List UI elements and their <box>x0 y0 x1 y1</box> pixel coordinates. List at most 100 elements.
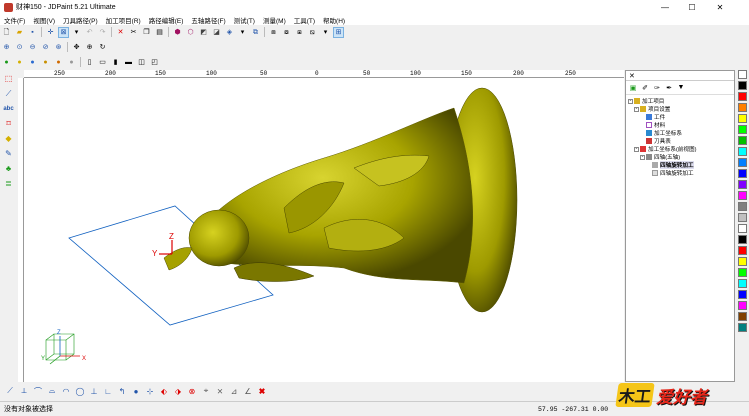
color-swatch[interactable] <box>738 213 747 222</box>
menu-tools[interactable]: 工具(T) <box>290 15 319 25</box>
minimize-button[interactable]: — <box>653 0 677 14</box>
color-swatch[interactable] <box>738 224 747 233</box>
color-swatch[interactable] <box>738 136 747 145</box>
paste-icon[interactable]: ▤ <box>154 27 165 38</box>
angle-snap-icon[interactable]: ∠ <box>242 385 254 397</box>
texture-cube-icon[interactable]: ◈ <box>224 27 235 38</box>
color-swatch[interactable] <box>738 125 747 134</box>
color-swatch[interactable] <box>738 257 747 266</box>
light-green-icon[interactable]: ● <box>1 57 12 68</box>
color-swatch[interactable] <box>738 169 747 178</box>
arc-mid-snap-icon[interactable]: ◠ <box>60 385 72 397</box>
light-gray-icon[interactable]: ● <box>66 57 77 68</box>
color-swatch[interactable] <box>738 92 747 101</box>
render-cube-icon[interactable]: ◩ <box>198 27 209 38</box>
crosshair-icon[interactable]: ✛ <box>45 27 56 38</box>
color-swatch[interactable] <box>738 158 747 167</box>
delete-icon[interactable]: ✕ <box>115 27 126 38</box>
dropdown-arrow-icon[interactable]: ▾ <box>237 27 248 38</box>
menu-five-axis[interactable]: 五轴路径(F) <box>187 15 229 25</box>
wire-cube-icon[interactable]: ◪ <box>211 27 222 38</box>
snap-off-icon[interactable]: ✖ <box>256 385 268 397</box>
copy-icon[interactable]: ❐ <box>141 27 152 38</box>
ortho-snap-icon[interactable]: ⊿ <box>228 385 240 397</box>
menu-path-edit[interactable]: 路径编辑(E) <box>145 15 188 25</box>
intersect-snap-icon[interactable]: ⨯ <box>214 385 226 397</box>
color-swatch[interactable] <box>738 114 747 123</box>
front-view-icon[interactable]: ▯ <box>84 57 95 68</box>
grid-snap-icon[interactable]: ⊹ <box>144 385 156 397</box>
color-swatch[interactable] <box>738 235 747 244</box>
undo-icon[interactable]: ↶ <box>84 27 95 38</box>
color-swatch[interactable] <box>738 70 747 79</box>
menu-toolpath[interactable]: 刀具路径(P) <box>59 15 102 25</box>
key-snap-icon[interactable]: ⌖ <box>200 385 212 397</box>
model-head[interactable] <box>188 209 250 267</box>
snap-icon[interactable]: ⊞ <box>333 26 344 38</box>
arc-end-snap-icon[interactable]: ⌓ <box>46 385 58 397</box>
box-side-icon[interactable]: ⧆ <box>294 27 305 38</box>
filter-icon[interactable]: ▼ <box>676 83 686 93</box>
right-view-icon[interactable]: ▬ <box>123 57 134 68</box>
rotate-view-icon[interactable]: ↻ <box>97 42 108 53</box>
circle-snap-icon[interactable]: ◯ <box>74 385 86 397</box>
tree-item-workpiece[interactable]: 工件 <box>628 113 734 121</box>
expander-icon[interactable]: - <box>634 106 639 112</box>
path-edit-icon[interactable]: ✒ <box>664 83 674 93</box>
color-swatch[interactable] <box>738 147 747 156</box>
perpendicular-snap-icon[interactable]: ⟂ <box>18 385 30 397</box>
menu-view[interactable]: 视图(V) <box>29 15 59 25</box>
line-snap-icon[interactable]: ⟋ <box>4 385 16 397</box>
color-swatch[interactable] <box>738 180 747 189</box>
menu-test[interactable]: 测试(T) <box>230 15 259 25</box>
maximize-button[interactable]: ☐ <box>680 0 704 14</box>
tool-icon[interactable]: ✐ <box>640 83 650 93</box>
color-swatch[interactable] <box>738 312 747 321</box>
layer-stack-icon[interactable]: ≣ <box>2 177 15 190</box>
tree-item-group[interactable]: - 四轴(五轴) <box>628 153 734 161</box>
box-front-icon[interactable]: ⧇ <box>281 27 292 38</box>
dropdown-arrow-icon[interactable]: ▾ <box>71 27 82 38</box>
menu-measure[interactable]: 测量(M) <box>259 15 290 25</box>
close-button[interactable]: ✕ <box>708 0 732 14</box>
panel-close-button[interactable]: ✕ <box>629 72 635 80</box>
tree-item-project[interactable]: - 加工项目 <box>628 97 734 105</box>
top-view-icon[interactable]: ◫ <box>136 57 147 68</box>
mesh-icon[interactable]: ♣ <box>2 162 15 175</box>
select-rect-icon[interactable]: ⬚ <box>2 72 15 85</box>
text-tool-icon[interactable]: abc <box>2 102 15 115</box>
back-view-icon[interactable]: ▭ <box>97 57 108 68</box>
color-swatch[interactable] <box>738 279 747 288</box>
light-yellow-icon[interactable]: ● <box>14 57 25 68</box>
shade-solid-icon[interactable]: ⬢ <box>172 27 183 38</box>
redo-icon[interactable]: ↷ <box>97 27 108 38</box>
color-swatch[interactable] <box>738 290 747 299</box>
color-swatch[interactable] <box>738 246 747 255</box>
color-swatch[interactable] <box>738 103 747 112</box>
transform-icon[interactable]: ◆ <box>2 132 15 145</box>
tree-item-path[interactable]: 四轴旋转加工 <box>628 169 734 177</box>
tree-item-settings[interactable]: - 项目设置 <box>628 105 734 113</box>
box-iso-icon[interactable]: ⧅ <box>307 27 318 38</box>
tree-item-path-selected[interactable]: 四轴旋转加工 <box>628 161 734 169</box>
zoom-in-icon[interactable]: ⊙ <box>14 42 25 53</box>
save-icon[interactable]: ▪ <box>27 27 38 38</box>
3d-viewport[interactable]: Y Z X Y Z <box>24 78 624 382</box>
expander-icon[interactable]: - <box>634 146 639 152</box>
menu-help[interactable]: 帮助(H) <box>319 15 349 25</box>
cut-icon[interactable]: ✂ <box>128 27 139 38</box>
project-icon[interactable]: ▣ <box>628 83 638 93</box>
box-view-icon[interactable]: ⧈ <box>268 27 279 38</box>
zoom-icon[interactable]: ⊕ <box>84 42 95 53</box>
color-swatch[interactable] <box>738 191 747 200</box>
path-icon[interactable]: ✑ <box>652 83 662 93</box>
zoom-all-icon[interactable]: ⊛ <box>53 42 64 53</box>
expander-icon[interactable]: - <box>628 98 633 104</box>
corner-snap-icon[interactable]: ∟ <box>102 385 114 397</box>
color-swatch[interactable] <box>738 81 747 90</box>
menu-project[interactable]: 加工项目(R) <box>102 15 145 25</box>
expander-icon[interactable]: - <box>640 154 645 160</box>
light-blue-icon[interactable]: ● <box>27 57 38 68</box>
brush-icon[interactable]: ✎ <box>2 147 15 160</box>
center-snap-icon[interactable]: ⊗ <box>186 385 198 397</box>
